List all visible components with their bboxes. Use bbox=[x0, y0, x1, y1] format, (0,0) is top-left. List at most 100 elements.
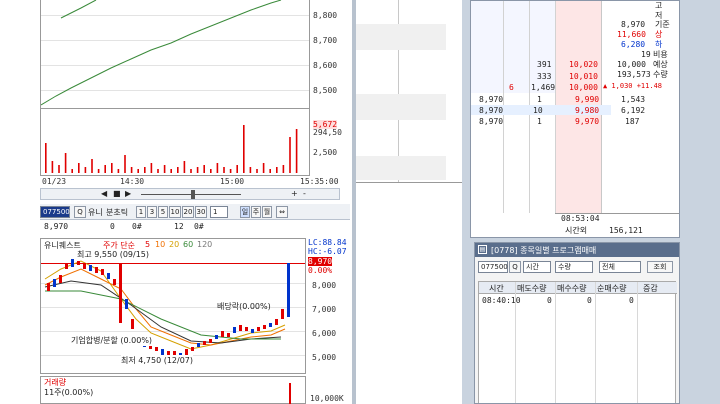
period-20[interactable]: 20 bbox=[182, 206, 194, 218]
search-icon[interactable]: Q bbox=[74, 206, 86, 218]
table-row[interactable]: 08:40:10 0 0 0 bbox=[479, 295, 677, 306]
max-price-annotation: 최고 9,550 (09/15) bbox=[77, 250, 150, 259]
ask-price[interactable]: 10,000 bbox=[569, 83, 598, 92]
candle bbox=[203, 341, 206, 345]
volume-bar bbox=[289, 383, 291, 404]
volume-bar bbox=[289, 137, 291, 173]
table-cell: 0 bbox=[629, 296, 634, 305]
program-query-button[interactable]: 조회 bbox=[647, 261, 673, 273]
scroll-left-icon[interactable]: ◀ bbox=[101, 189, 107, 198]
list-row-highlight[interactable] bbox=[356, 94, 446, 120]
monthly-button[interactable]: 월 bbox=[262, 206, 272, 218]
window-titlebar[interactable]: ▤ [0778] 종목일별 프로그램매매 bbox=[475, 243, 679, 257]
candle bbox=[89, 265, 92, 271]
column-header[interactable]: 증감 bbox=[643, 283, 658, 294]
list-row-highlight[interactable] bbox=[356, 24, 446, 50]
candle bbox=[65, 263, 68, 269]
info-value: 11,660 bbox=[617, 30, 646, 39]
column-header[interactable]: 매도수량 bbox=[517, 283, 546, 294]
info-field: 12 bbox=[174, 222, 184, 231]
bid-price[interactable]: 9,970 bbox=[575, 117, 599, 126]
candle bbox=[209, 339, 212, 343]
column-divider bbox=[555, 282, 556, 403]
intraday-volume-bars bbox=[45, 125, 298, 173]
daily-price-tick: 8,000 bbox=[312, 281, 337, 290]
weekly-button[interactable]: 주 bbox=[251, 206, 261, 218]
stock-code-input[interactable]: 077500 bbox=[40, 206, 70, 218]
ask-price[interactable]: 10,020 bbox=[569, 60, 598, 69]
daily-chart-toolbar: 077500 Q 유니 분초틱 1 3 5 10 20 30 1 일 주 월 ⇔ bbox=[40, 204, 350, 220]
daily-price-tick: 7,000 bbox=[312, 305, 337, 314]
ask-qty: 1,469 bbox=[531, 83, 556, 92]
options-icon[interactable]: ⇔ bbox=[276, 206, 288, 218]
price-tick: 8,700 bbox=[313, 36, 338, 45]
daily-price-pane[interactable]: 유니퀘스트 주가 단순 5 10 20 60 120 최고 9,550 (09/… bbox=[40, 238, 306, 374]
intraday-volume-pane[interactable] bbox=[40, 108, 310, 176]
program-qty-select[interactable]: 수량 bbox=[555, 261, 593, 273]
candle bbox=[95, 267, 98, 273]
min-price-annotation: 최저 4,750 (12/07) bbox=[121, 355, 194, 366]
period-30[interactable]: 30 bbox=[195, 206, 207, 218]
ask-count: 6 bbox=[509, 83, 514, 92]
ask-price[interactable]: 10,010 bbox=[569, 72, 598, 81]
legend-ma-value: 60 bbox=[183, 240, 194, 249]
period-3[interactable]: 3 bbox=[147, 206, 157, 218]
column-header[interactable]: 순매수량 bbox=[597, 283, 626, 294]
period-custom-input[interactable]: 1 bbox=[210, 206, 228, 218]
daily-volume-tick: 10,000K bbox=[310, 394, 344, 403]
volume-bar bbox=[203, 165, 205, 173]
period-10[interactable]: 10 bbox=[169, 206, 181, 218]
period-1[interactable]: 1 bbox=[136, 206, 146, 218]
legend-ma-value: 120 bbox=[197, 240, 213, 249]
program-time-select[interactable]: 시간 bbox=[523, 261, 551, 273]
zoom-slider-thumb[interactable] bbox=[191, 190, 195, 199]
daily-button[interactable]: 일 bbox=[240, 206, 250, 218]
zoom-out-icon[interactable]: - bbox=[303, 189, 306, 198]
candle bbox=[107, 273, 110, 279]
volume-bar bbox=[45, 143, 47, 173]
intraday-price-pane[interactable] bbox=[40, 0, 310, 108]
column-divider bbox=[595, 282, 596, 403]
zoom-in-icon[interactable]: + bbox=[291, 189, 298, 198]
bid-qty: 187 bbox=[625, 117, 640, 126]
legend-ma-value: 20 bbox=[169, 240, 180, 249]
volume-bar bbox=[177, 167, 179, 173]
program-stock-code-input[interactable]: 077500 bbox=[478, 261, 508, 273]
time-axis-label: 01/23 bbox=[42, 177, 67, 186]
candle bbox=[239, 325, 242, 331]
footer-value: 156,121 bbox=[609, 226, 643, 235]
period-5[interactable]: 5 bbox=[158, 206, 168, 218]
volume-bar bbox=[183, 161, 186, 173]
list-row-highlight[interactable] bbox=[356, 156, 446, 180]
info-field: 0 bbox=[110, 222, 115, 231]
price-tag: 8,970 bbox=[308, 257, 333, 266]
volume-bar bbox=[78, 163, 80, 173]
info-label: 수량 bbox=[653, 70, 668, 79]
volume-bar bbox=[117, 169, 120, 173]
scroll-right-icon[interactable]: ▶ bbox=[125, 189, 131, 198]
program-table: 시간 매도수량 매수수량 순매수량 증감 08:40:10 0 0 0 bbox=[478, 281, 677, 403]
column-header[interactable]: 시간 bbox=[489, 283, 504, 294]
program-search-icon[interactable]: Q bbox=[509, 261, 521, 273]
price-tick: 8,800 bbox=[313, 11, 338, 20]
volume-bar bbox=[229, 169, 232, 173]
bid-price[interactable]: 9,980 bbox=[575, 106, 599, 115]
table-cell: 0 bbox=[587, 296, 592, 305]
volume-bar bbox=[130, 167, 133, 173]
info-label: 상 bbox=[655, 30, 663, 39]
window-border bbox=[462, 0, 470, 404]
volume-bar bbox=[216, 163, 219, 173]
column-header[interactable]: 매수수량 bbox=[557, 283, 586, 294]
daily-volume-pane[interactable]: 거래량 11주(0.00%) bbox=[40, 376, 306, 404]
bid-price[interactable]: 9,990 bbox=[575, 95, 599, 104]
volume-bar bbox=[223, 167, 225, 173]
stock-name: 유니 bbox=[88, 208, 103, 217]
volume-bar bbox=[51, 161, 54, 173]
split-annotation: 기업합병/분할 (0.00%) bbox=[71, 335, 153, 346]
candle bbox=[221, 331, 224, 337]
window-title: [0778] 종목일별 프로그램매매 bbox=[491, 246, 597, 255]
chart-scroll-bar[interactable]: ◀ ■ ▶ + - bbox=[40, 188, 340, 200]
program-toolbar: 077500 Q 시간 수량 전체 조회 bbox=[475, 259, 679, 277]
scroll-stop-icon[interactable]: ■ bbox=[113, 189, 121, 198]
program-all-select[interactable]: 전체 bbox=[599, 261, 641, 273]
